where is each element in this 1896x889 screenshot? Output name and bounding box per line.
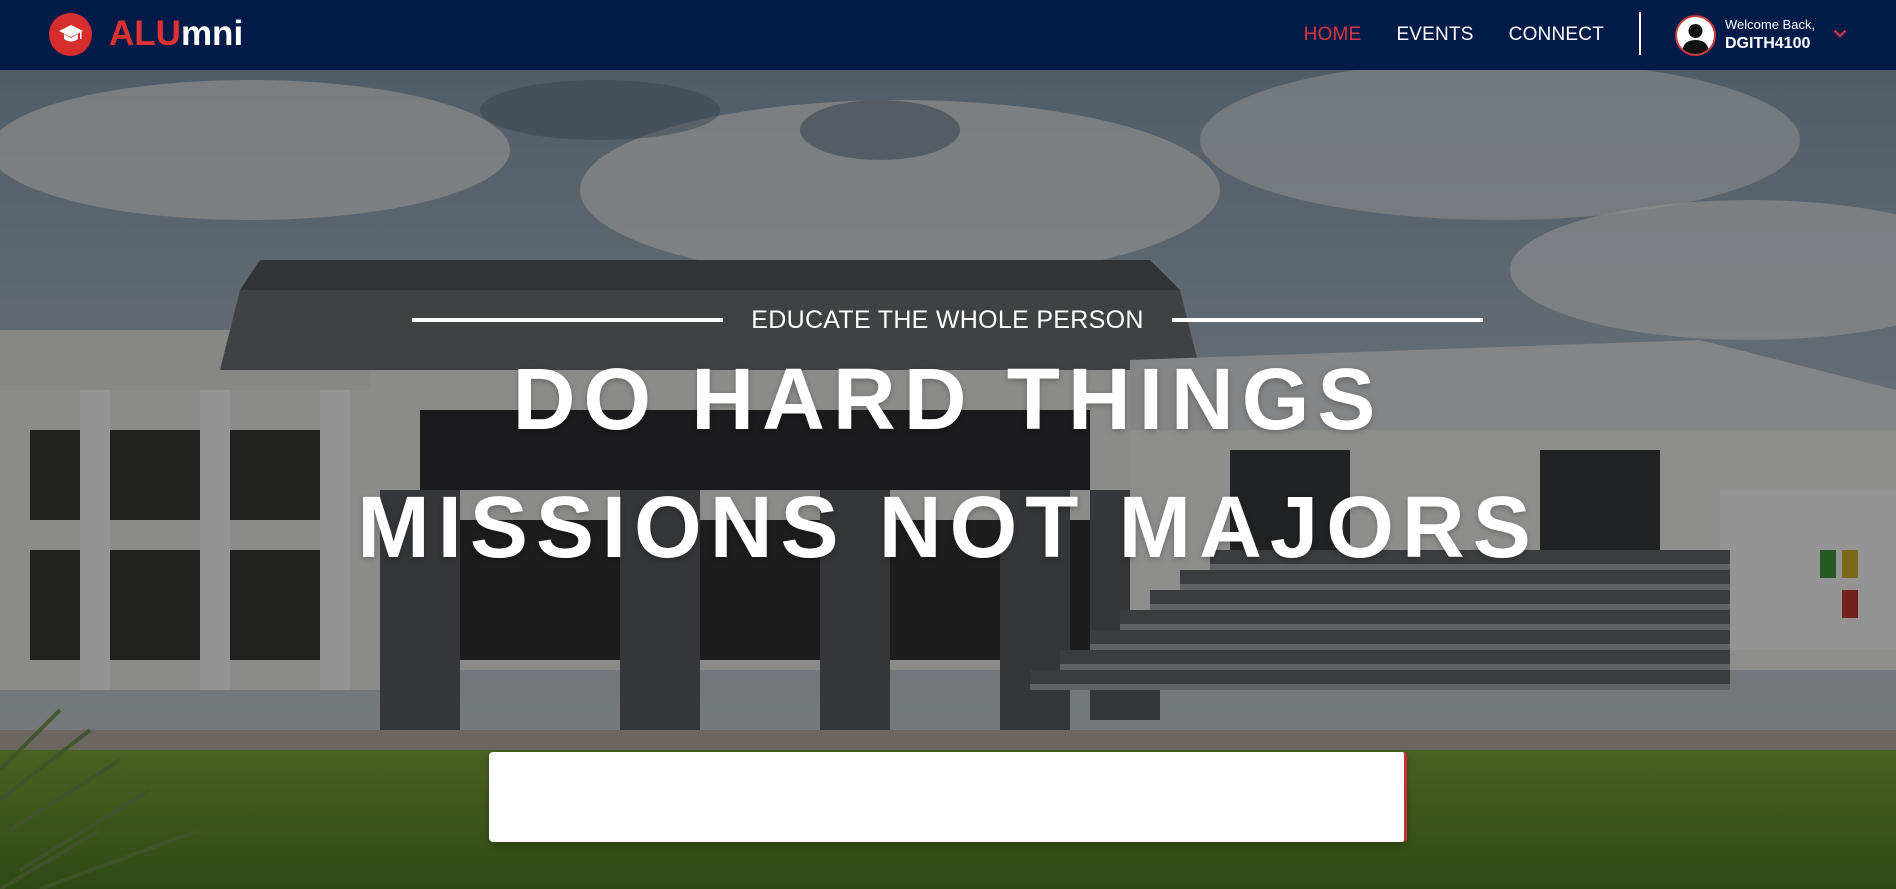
chevron-down-icon[interactable] (1833, 29, 1847, 38)
user-avatar-icon (1675, 14, 1716, 56)
nav-item-events[interactable]: EVENTS (1396, 24, 1473, 46)
hero-card (489, 752, 1407, 842)
user-greeting: Welcome Back, DGITH4100 (1725, 17, 1815, 54)
hero-headline-line1: DO HARD THINGS (512, 351, 1384, 448)
graduation-cap-icon (49, 12, 92, 56)
welcome-text: Welcome Back, (1725, 16, 1816, 32)
nav-item-connect[interactable]: CONNECT (1509, 24, 1604, 46)
nav-divider (1639, 12, 1641, 55)
brand-name-part1: ALU (109, 14, 181, 53)
main-nav: HOME EVENTS CONNECT (1269, 0, 1604, 70)
username: DGITH4100 (1725, 35, 1811, 53)
brand-name: ALUmni (109, 12, 243, 56)
hero-headline-line2: MISSIONS NOT MAJORS (357, 479, 1539, 576)
brand-logo-link[interactable]: ALUmni (49, 12, 243, 56)
user-menu[interactable]: Welcome Back, DGITH4100 (1675, 13, 1847, 57)
hero-tagline: EDUCATE THE WHOLE PERSON (751, 305, 1144, 334)
nav-item-home[interactable]: HOME (1304, 24, 1362, 46)
tagline-rule-left (412, 318, 723, 322)
brand-name-part2: mni (180, 14, 244, 53)
tagline-row: EDUCATE THE WHOLE PERSON (412, 302, 1483, 338)
tagline-rule-right (1171, 318, 1483, 322)
top-navbar: ALUmni HOME EVENTS CONNECT Welcome Back,… (0, 0, 1896, 70)
